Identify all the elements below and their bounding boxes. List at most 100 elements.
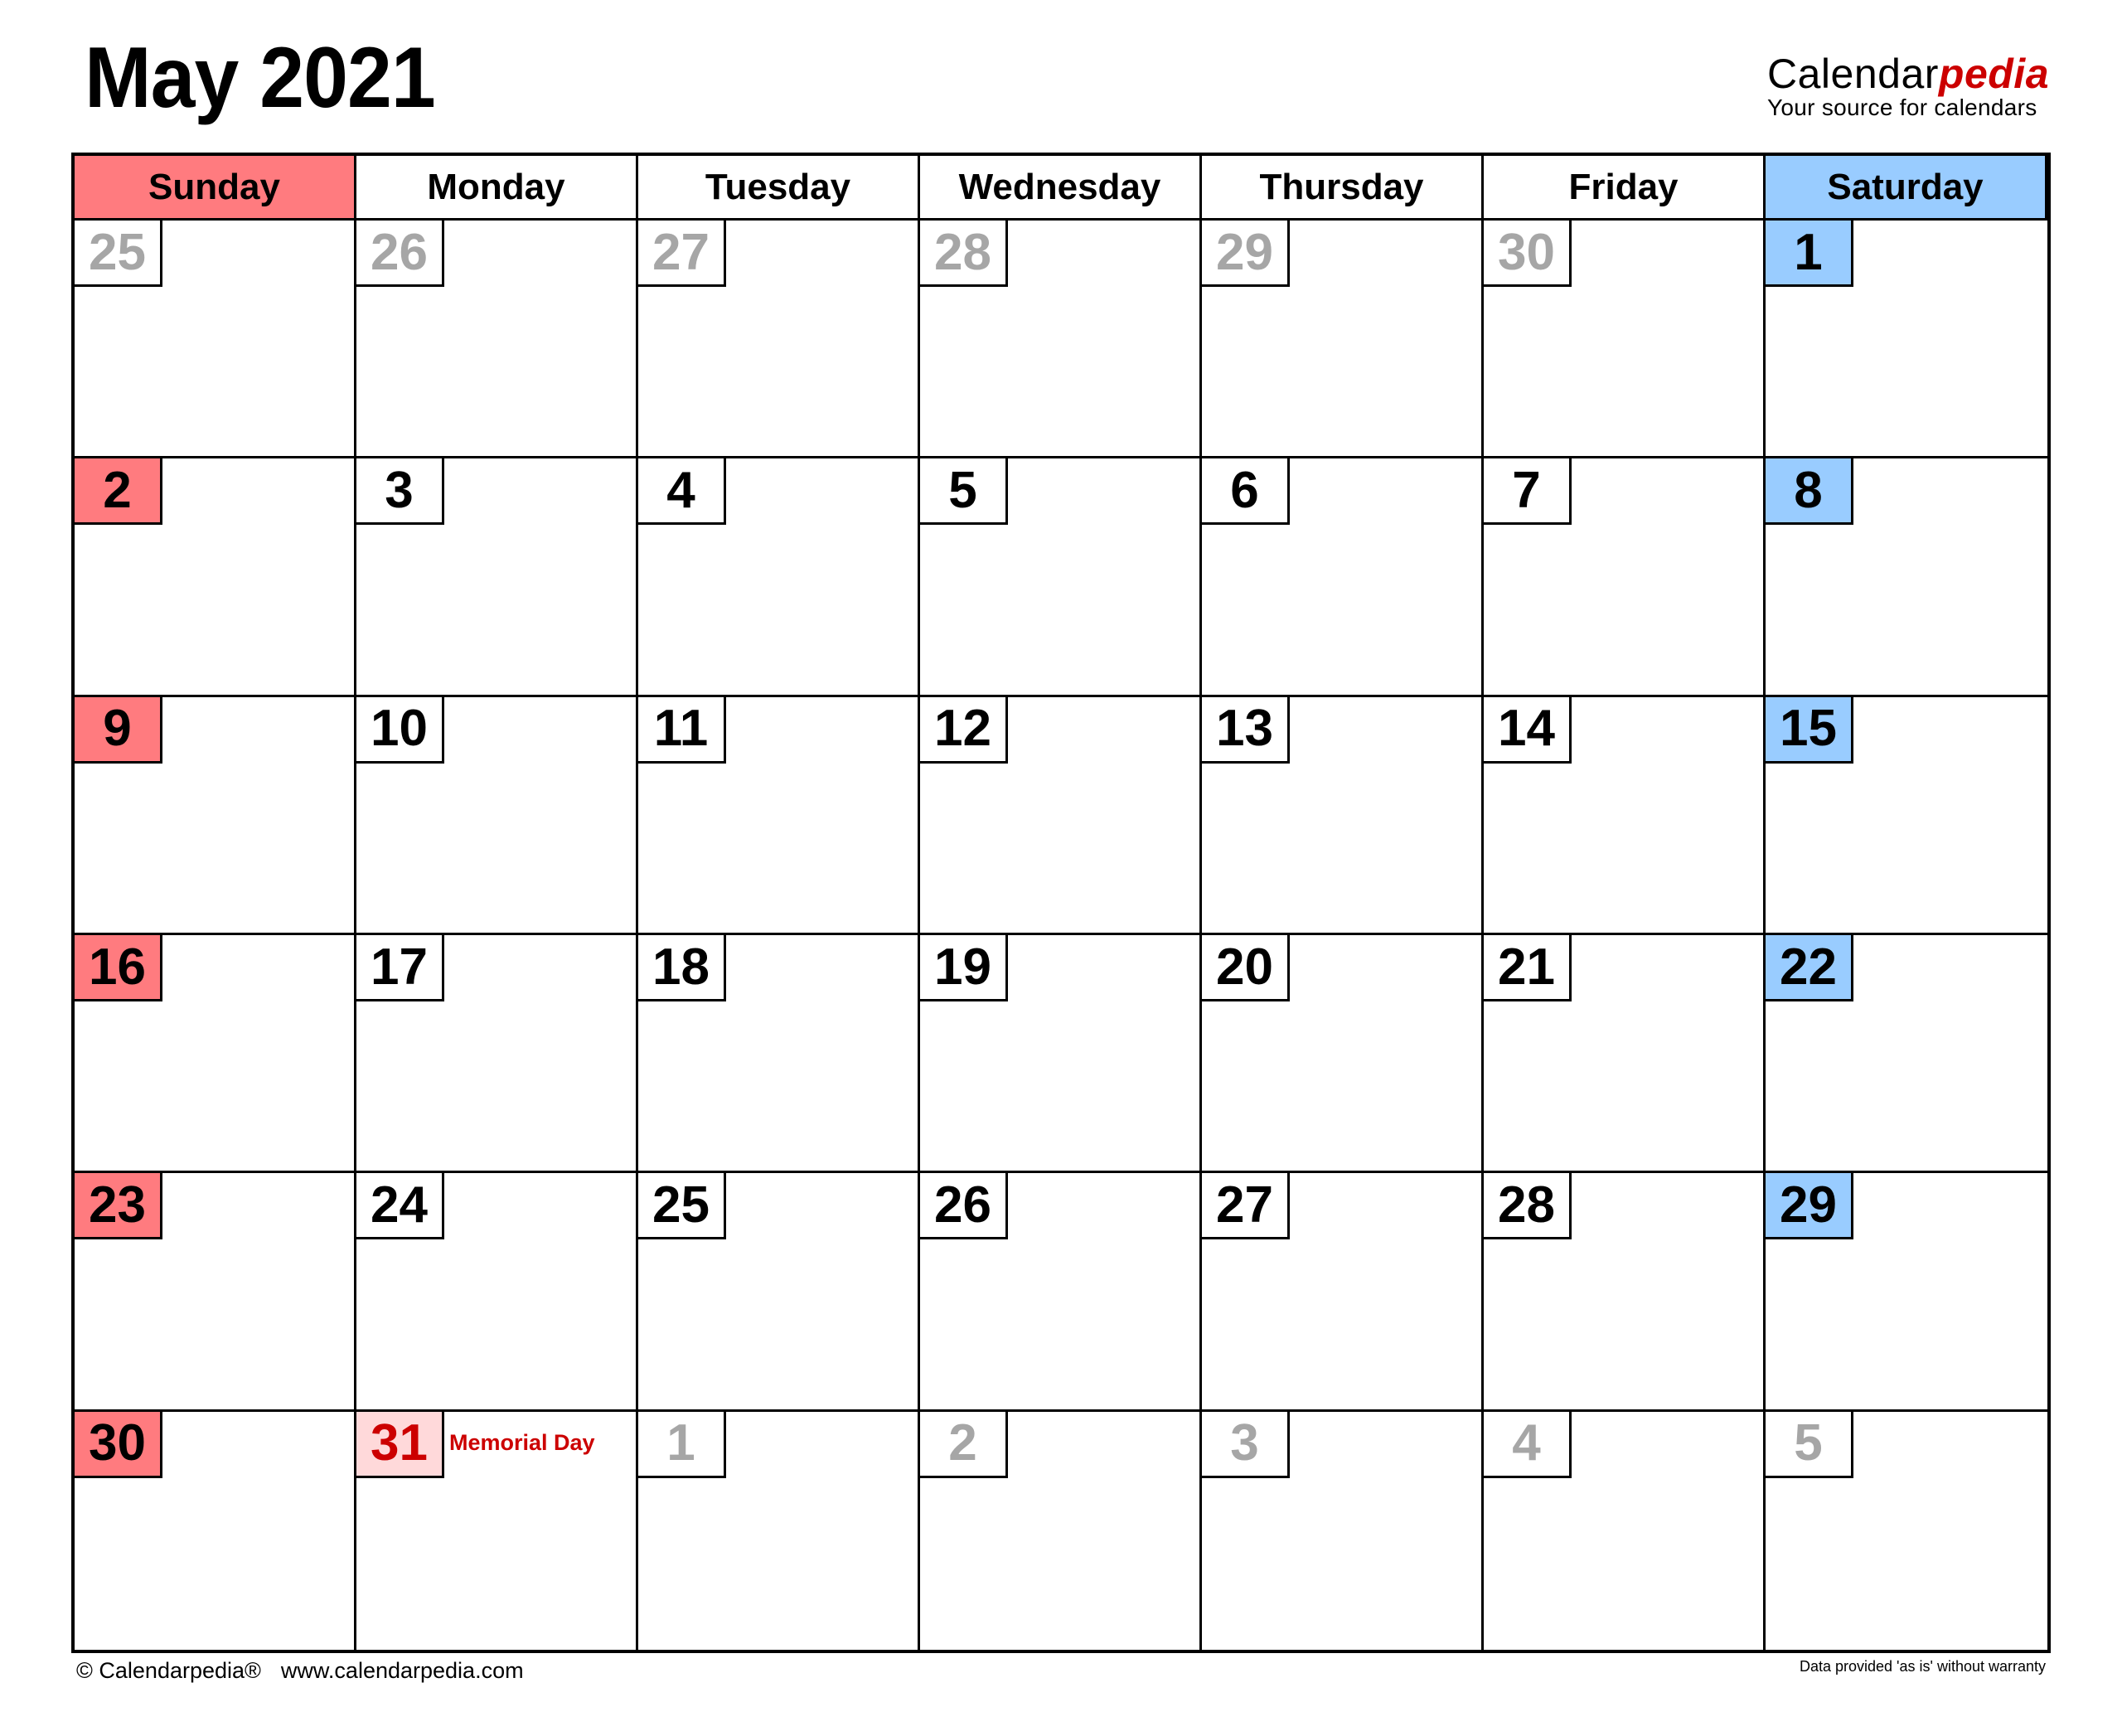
brand-logo[interactable]: Calendarpedia Your source for calendars bbox=[1767, 53, 2049, 119]
date-number: 28 bbox=[920, 221, 1008, 287]
date-number: 3 bbox=[1202, 1411, 1290, 1478]
date-number: 15 bbox=[1766, 696, 1853, 764]
date-number: 4 bbox=[638, 458, 726, 526]
date-number: 14 bbox=[1484, 696, 1572, 764]
date-number: 27 bbox=[638, 221, 726, 287]
day-cell[interactable]: 7 bbox=[1484, 458, 1766, 697]
day-cell[interactable]: 10 bbox=[356, 696, 638, 935]
date-number: 31 bbox=[356, 1411, 444, 1478]
day-cell[interactable]: 8 bbox=[1766, 458, 2047, 697]
day-cell[interactable]: 26 bbox=[920, 1173, 1202, 1412]
day-cell[interactable]: 5 bbox=[920, 458, 1202, 697]
date-number: 29 bbox=[1766, 1173, 1853, 1240]
date-number: 10 bbox=[356, 696, 444, 764]
footer-copyright: © Calendarpedia® bbox=[76, 1658, 261, 1683]
day-cell[interactable]: 21 bbox=[1484, 935, 1766, 1174]
date-number: 1 bbox=[638, 1411, 726, 1478]
date-number: 29 bbox=[1202, 221, 1290, 287]
date-number: 26 bbox=[356, 221, 444, 287]
date-number: 4 bbox=[1484, 1411, 1572, 1478]
day-cell[interactable]: 29 bbox=[1766, 1173, 2047, 1412]
date-number: 24 bbox=[356, 1173, 444, 1240]
date-number: 19 bbox=[920, 935, 1008, 1001]
day-cell[interactable]: 15 bbox=[1766, 696, 2047, 935]
date-number: 2 bbox=[75, 458, 162, 526]
day-cell[interactable]: 13 bbox=[1202, 696, 1484, 935]
date-number: 23 bbox=[75, 1173, 162, 1240]
day-cell[interactable]: 17 bbox=[356, 935, 638, 1174]
day-cell[interactable]: 28 bbox=[920, 221, 1202, 459]
day-cell[interactable]: 16 bbox=[75, 935, 356, 1174]
date-number: 28 bbox=[1484, 1173, 1572, 1240]
weekday-header-friday: Friday bbox=[1484, 156, 1766, 221]
weekday-header-monday: Monday bbox=[356, 156, 638, 221]
day-cell[interactable]: 1 bbox=[638, 1411, 920, 1650]
weekday-header-tuesday: Tuesday bbox=[638, 156, 920, 221]
date-number: 6 bbox=[1202, 458, 1290, 526]
date-number: 7 bbox=[1484, 458, 1572, 526]
date-number: 5 bbox=[1766, 1411, 1853, 1478]
day-cell[interactable]: 22 bbox=[1766, 935, 2047, 1174]
day-cell[interactable]: 19 bbox=[920, 935, 1202, 1174]
date-number: 13 bbox=[1202, 696, 1290, 764]
date-number: 2 bbox=[920, 1411, 1008, 1478]
date-number: 12 bbox=[920, 696, 1008, 764]
day-cell[interactable]: 30 bbox=[75, 1411, 356, 1650]
day-cell[interactable]: 4 bbox=[1484, 1411, 1766, 1650]
calendar-grid: Sunday Monday Tuesday Wednesday Thursday… bbox=[71, 153, 2051, 1653]
date-number: 27 bbox=[1202, 1173, 1290, 1240]
date-number: 1 bbox=[1766, 221, 1853, 287]
day-cell[interactable]: 27 bbox=[1202, 1173, 1484, 1412]
day-cell[interactable]: 29 bbox=[1202, 221, 1484, 459]
holiday-label: Memorial Day bbox=[449, 1429, 595, 1455]
day-cell[interactable]: 20 bbox=[1202, 935, 1484, 1174]
day-cell[interactable]: 6 bbox=[1202, 458, 1484, 697]
day-cell[interactable]: 25 bbox=[75, 221, 356, 459]
day-cell[interactable]: 28 bbox=[1484, 1173, 1766, 1412]
day-cell[interactable]: 27 bbox=[638, 221, 920, 459]
day-cell[interactable]: 1 bbox=[1766, 221, 2047, 459]
day-cell[interactable]: 9 bbox=[75, 696, 356, 935]
day-cell[interactable]: 23 bbox=[75, 1173, 356, 1412]
date-number: 5 bbox=[920, 458, 1008, 526]
day-cell[interactable]: 18 bbox=[638, 935, 920, 1174]
day-cell[interactable]: 3 bbox=[356, 458, 638, 697]
day-cell[interactable]: 31 Memorial Day bbox=[356, 1411, 638, 1650]
weekday-header-wednesday: Wednesday bbox=[920, 156, 1202, 221]
weekday-header-saturday: Saturday bbox=[1766, 156, 2047, 221]
day-cell[interactable]: 26 bbox=[356, 221, 638, 459]
date-number: 30 bbox=[75, 1411, 162, 1478]
brand-name-plain: Calendar bbox=[1767, 51, 1939, 97]
day-cell[interactable]: 12 bbox=[920, 696, 1202, 935]
page-title: May 2021 bbox=[85, 30, 436, 126]
date-number: 9 bbox=[75, 696, 162, 764]
date-number: 25 bbox=[75, 221, 162, 287]
date-number: 3 bbox=[356, 458, 444, 526]
date-number: 22 bbox=[1766, 935, 1853, 1001]
footer-credits: © Calendarpedia® www.calendarpedia.com bbox=[76, 1658, 524, 1684]
day-cell[interactable]: 11 bbox=[638, 696, 920, 935]
date-number: 26 bbox=[920, 1173, 1008, 1240]
date-number: 21 bbox=[1484, 935, 1572, 1001]
weekday-header-thursday: Thursday bbox=[1202, 156, 1484, 221]
date-number: 30 bbox=[1484, 221, 1572, 287]
day-cell[interactable]: 14 bbox=[1484, 696, 1766, 935]
day-cell[interactable]: 3 bbox=[1202, 1411, 1484, 1650]
day-cell[interactable]: 24 bbox=[356, 1173, 638, 1412]
date-number: 25 bbox=[638, 1173, 726, 1240]
brand-name: Calendarpedia bbox=[1767, 53, 2049, 95]
weekday-header-sunday: Sunday bbox=[75, 156, 356, 221]
day-cell[interactable]: 25 bbox=[638, 1173, 920, 1412]
day-cell[interactable]: 4 bbox=[638, 458, 920, 697]
brand-tagline: Your source for calendars bbox=[1767, 95, 2037, 120]
day-cell[interactable]: 30 bbox=[1484, 221, 1766, 459]
day-cell[interactable]: 5 bbox=[1766, 1411, 2047, 1650]
day-cell[interactable]: 2 bbox=[920, 1411, 1202, 1650]
date-number: 18 bbox=[638, 935, 726, 1001]
footer-website-link[interactable]: www.calendarpedia.com bbox=[281, 1658, 524, 1683]
date-number: 17 bbox=[356, 935, 444, 1001]
brand-name-accent: pedia bbox=[1938, 51, 2049, 97]
day-cell[interactable]: 2 bbox=[75, 458, 356, 697]
date-number: 16 bbox=[75, 935, 162, 1001]
date-number: 8 bbox=[1766, 458, 1853, 526]
